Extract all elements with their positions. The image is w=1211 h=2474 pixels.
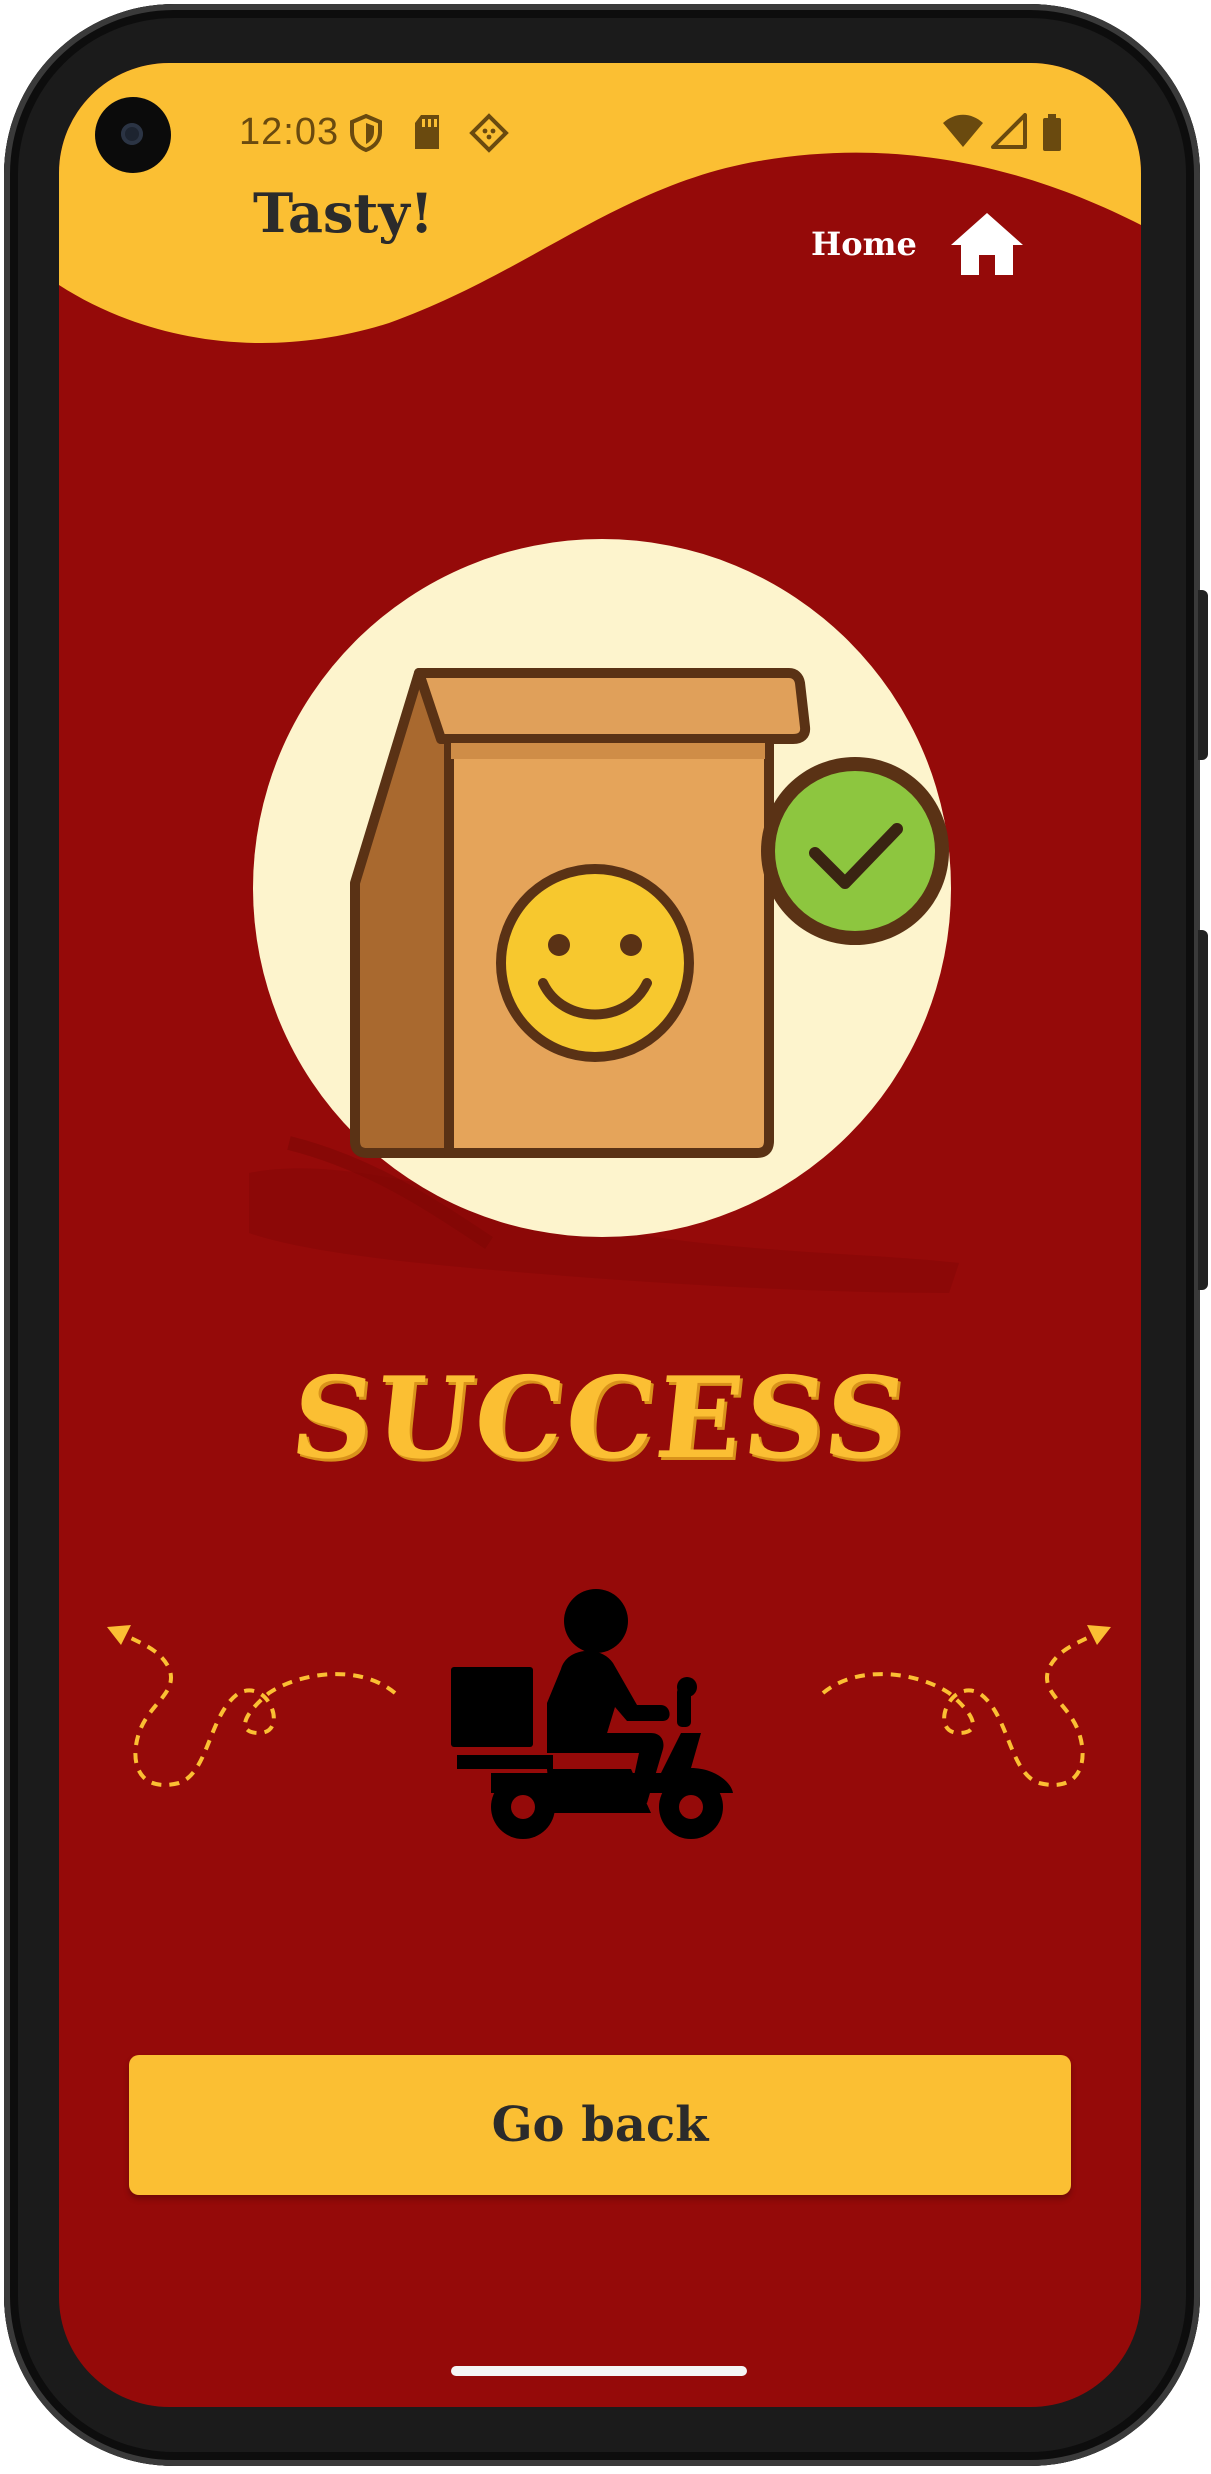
house-icon bbox=[950, 213, 1023, 275]
home-nav-link[interactable]: Home bbox=[811, 211, 1025, 277]
signal-icon bbox=[991, 113, 1027, 149]
dashed-arrow-left bbox=[107, 1625, 397, 1787]
front-camera bbox=[95, 97, 171, 173]
battery-icon bbox=[1043, 114, 1061, 151]
wifi-icon bbox=[943, 114, 983, 147]
camera-lens bbox=[121, 123, 143, 145]
dashed-arrow-right bbox=[821, 1625, 1111, 1787]
success-heading: SUCCESS bbox=[285, 1353, 915, 1484]
scooter-delivery-icon bbox=[451, 1589, 733, 1839]
header-wave bbox=[59, 63, 1141, 344]
app-screen: 12:03 Tasty! Home SUCCESS Go back bbox=[59, 63, 1141, 2407]
chip-icon bbox=[469, 113, 509, 153]
gesture-home-indicator[interactable] bbox=[451, 2366, 747, 2376]
home-nav-label: Home bbox=[811, 225, 917, 263]
sd-card-icon bbox=[415, 115, 439, 149]
app-title: Tasty! bbox=[253, 181, 434, 245]
paper-bag-smiley-check-icon bbox=[350, 668, 949, 1158]
go-back-button[interactable]: Go back bbox=[129, 2055, 1071, 2195]
go-back-label: Go back bbox=[491, 2097, 709, 2153]
status-time: 12:03 bbox=[239, 111, 340, 153]
shield-icon bbox=[350, 113, 382, 153]
power-button bbox=[1198, 590, 1208, 760]
volume-button bbox=[1198, 930, 1208, 1290]
